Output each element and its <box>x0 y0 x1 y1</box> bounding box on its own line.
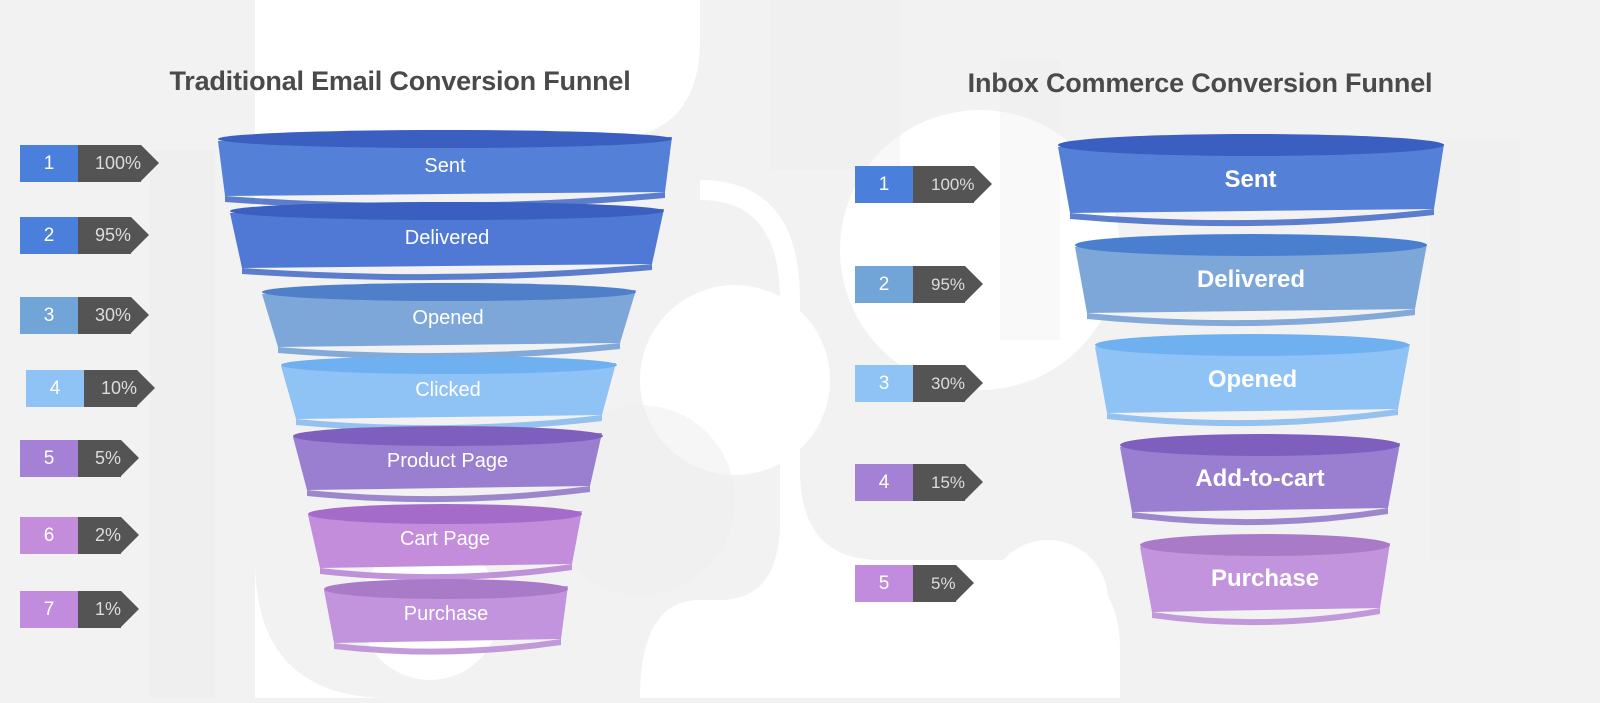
left-funnel-segment-cart-page[interactable]: Cart Page <box>300 503 590 581</box>
left-funnel-segment-purchase[interactable]: Purchase <box>318 578 574 655</box>
left-step-percent-1: 100% <box>78 145 160 182</box>
funnel-chart-inbox-commerce: Inbox Commerce Conversion Funnel 1 100% … <box>800 0 1600 698</box>
left-step-number-5: 5 <box>20 440 78 477</box>
left-step-percent-5: 5% <box>78 440 140 477</box>
right-segment-shape-2 <box>1075 234 1427 327</box>
right-step-percent-4: 15% <box>913 464 984 501</box>
right-step-percent-5: 5% <box>913 565 973 602</box>
left-segment-shape-6 <box>308 504 582 581</box>
left-step-number-7: 7 <box>20 591 78 628</box>
right-step-badge-5[interactable]: 5 5% <box>855 565 973 602</box>
right-step-number-1: 1 <box>855 166 913 203</box>
left-segment-shape-2 <box>230 202 664 281</box>
left-funnel-segment-product-page[interactable]: Product Page <box>285 425 610 503</box>
right-funnel-segment-delivered[interactable]: Delivered <box>1065 233 1437 327</box>
left-step-badge-6[interactable]: 6 2% <box>20 517 140 554</box>
right-funnel-segment-opened[interactable]: Opened <box>1085 333 1420 427</box>
right-segment-shape-4 <box>1120 434 1400 526</box>
left-segment-shape-3 <box>262 283 636 360</box>
left-segment-shape-4 <box>281 356 617 432</box>
right-step-percent-1: 100% <box>913 166 994 203</box>
left-step-number-2: 2 <box>20 217 78 254</box>
right-funnel-title: Inbox Commerce Conversion Funnel <box>967 68 1433 98</box>
right-step-badge-3[interactable]: 3 30% <box>855 365 984 402</box>
left-step-percent-2: 95% <box>78 217 150 254</box>
left-step-badge-4[interactable]: 4 10% <box>26 370 156 407</box>
right-step-badge-1[interactable]: 1 100% <box>855 166 994 203</box>
right-step-percent-3: 30% <box>913 365 984 402</box>
funnel-chart-traditional: Traditional Email Conversion Funnel 1 10… <box>0 0 800 698</box>
left-funnel-segment-opened[interactable]: Opened <box>252 283 644 360</box>
left-funnel-title: Traditional Email Conversion Funnel <box>169 66 631 96</box>
right-segment-shape-3 <box>1095 334 1410 427</box>
left-step-badge-2[interactable]: 2 95% <box>20 217 150 254</box>
right-step-number-4: 4 <box>855 464 913 501</box>
left-segment-shape-5 <box>293 426 603 503</box>
left-step-number-3: 3 <box>20 297 78 334</box>
right-segment-shape-5 <box>1140 534 1390 626</box>
left-step-percent-6: 2% <box>78 517 140 554</box>
left-segment-shape-7 <box>324 579 568 655</box>
right-step-percent-2: 95% <box>913 266 984 303</box>
left-step-number-4: 4 <box>26 370 84 407</box>
right-step-number-2: 2 <box>855 266 913 303</box>
left-step-badge-1[interactable]: 1 100% <box>20 145 160 182</box>
left-funnel-segment-clicked[interactable]: Clicked <box>272 355 624 432</box>
right-funnel-segment-sent[interactable]: Sent <box>1048 133 1453 227</box>
right-funnel-segment-purchase[interactable]: Purchase <box>1130 532 1400 626</box>
left-step-badge-3[interactable]: 3 30% <box>20 297 150 334</box>
right-step-number-5: 5 <box>855 565 913 602</box>
right-funnel-segment-add-to-cart[interactable]: Add-to-cart <box>1110 432 1410 526</box>
left-step-percent-4: 10% <box>84 370 156 407</box>
left-segment-shape-1 <box>218 130 672 210</box>
left-funnel-segment-sent[interactable]: Sent <box>210 130 680 210</box>
left-step-percent-3: 30% <box>78 297 150 334</box>
left-step-percent-7: 1% <box>78 591 140 628</box>
left-step-badge-5[interactable]: 5 5% <box>20 440 140 477</box>
right-segment-shape-1 <box>1058 134 1444 227</box>
left-step-number-1: 1 <box>20 145 78 182</box>
right-step-badge-2[interactable]: 2 95% <box>855 266 984 303</box>
right-step-number-3: 3 <box>855 365 913 402</box>
left-step-number-6: 6 <box>20 517 78 554</box>
left-step-badge-7[interactable]: 7 1% <box>20 591 140 628</box>
left-funnel-segment-delivered[interactable]: Delivered <box>222 202 672 281</box>
right-step-badge-4[interactable]: 4 15% <box>855 464 984 501</box>
